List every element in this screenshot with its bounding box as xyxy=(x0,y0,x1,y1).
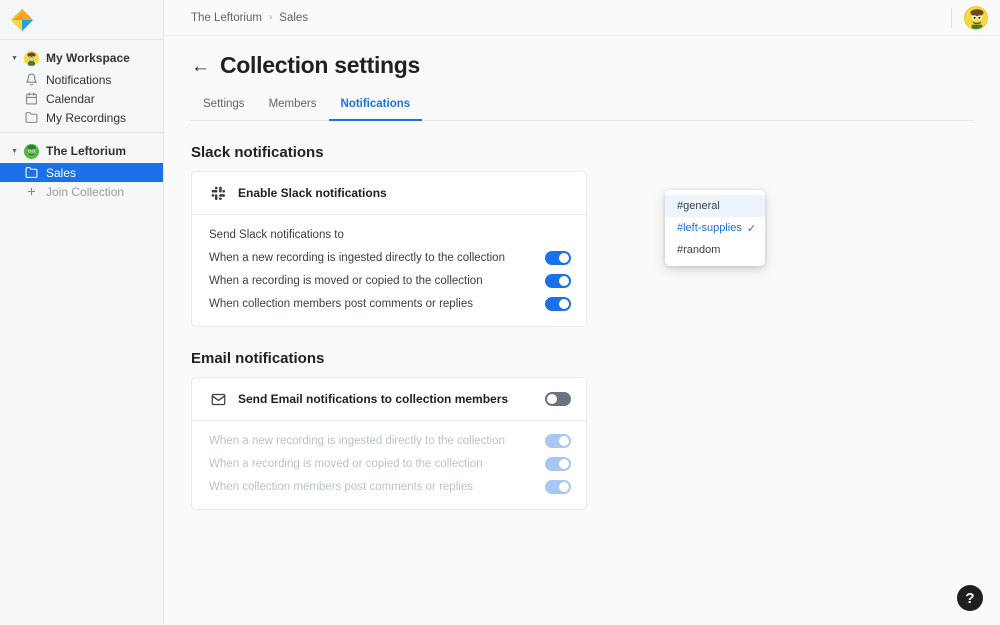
slack-row-moved-copied: When a recording is moved or copied to t… xyxy=(209,269,571,292)
dropdown-option-label: #general xyxy=(677,200,720,212)
row-label: When a recording is moved or copied to t… xyxy=(209,457,483,470)
dropdown-option-left-supplies[interactable]: #left-supplies ✓ xyxy=(665,217,765,239)
breadcrumb-separator-icon: › xyxy=(268,12,273,23)
slack-row-comments: When collection members post comments or… xyxy=(209,292,571,315)
row-label: When collection members post comments or… xyxy=(209,480,473,493)
sidebar-item-label: Join Collection xyxy=(46,184,125,199)
email-row-comments: When collection members post comments or… xyxy=(209,475,571,498)
sidebar-item-label: Sales xyxy=(46,165,77,180)
sidebar-item-label: The Leftorium xyxy=(46,144,126,158)
sidebar-team-group: ▼ The Leftorium Sales Join Collection xyxy=(0,133,163,201)
email-row-new-recording: When a new recording is ingested directl… xyxy=(209,429,571,452)
bell-icon xyxy=(21,73,42,86)
email-card-body: When a new recording is ingested directl… xyxy=(192,421,586,509)
toggle-slack-moved-copied[interactable] xyxy=(545,273,571,288)
email-row-moved-copied: When a recording is moved or copied to t… xyxy=(209,452,571,475)
row-label: Send Slack notifications to xyxy=(209,228,344,241)
team-avatar-green xyxy=(21,143,42,159)
slack-notifications-card: Enable Slack notifications Send Slack no… xyxy=(191,171,587,327)
sidebar-item-label: My Workspace xyxy=(46,51,130,65)
toggle-slack-new-recording[interactable] xyxy=(545,250,571,265)
sidebar-item-join-collection[interactable]: Join Collection xyxy=(0,182,163,201)
folder-icon xyxy=(21,111,42,124)
breadcrumb: The Leftorium › Sales xyxy=(191,12,308,24)
dropdown-option-general[interactable]: #general xyxy=(665,195,765,217)
tab-notifications[interactable]: Notifications xyxy=(328,98,423,121)
slack-section-title: Slack notifications xyxy=(191,144,324,161)
slack-enable-label: Enable Slack notifications xyxy=(238,186,387,200)
calendar-icon xyxy=(21,92,42,105)
folder-icon xyxy=(21,166,42,179)
slack-row-new-recording: When a new recording is ingested directl… xyxy=(209,246,571,269)
row-label: When a recording is moved or copied to t… xyxy=(209,274,483,287)
toggle-email-comments[interactable] xyxy=(545,479,571,494)
breadcrumb-item-team[interactable]: The Leftorium xyxy=(191,12,262,24)
email-card-header: Send Email notifications to collection m… xyxy=(192,378,586,421)
envelope-icon xyxy=(209,392,227,407)
arrow-left-icon[interactable]: ← xyxy=(191,57,210,76)
row-label: When a new recording is ingested directl… xyxy=(209,251,505,264)
check-icon: ✓ xyxy=(746,222,757,235)
topbar: The Leftorium › Sales xyxy=(164,0,1000,36)
sidebar-item-calendar[interactable]: Calendar xyxy=(0,89,163,108)
avatar[interactable] xyxy=(964,5,988,30)
row-label: When a new recording is ingested directl… xyxy=(209,434,505,447)
logo-area xyxy=(0,0,163,40)
page-title: Collection settings xyxy=(220,52,421,78)
caret-down-icon[interactable]: ▼ xyxy=(8,55,21,62)
slack-card-body: Send Slack notifications to When a new r… xyxy=(192,215,586,326)
caret-down-icon[interactable]: ▼ xyxy=(8,148,21,155)
content-area: ← Collection settings Settings Members N… xyxy=(164,54,1000,510)
topbar-divider xyxy=(951,7,952,28)
sidebar-item-label: Calendar xyxy=(46,91,95,106)
sidebar-item-notifications[interactable]: Notifications xyxy=(0,70,163,89)
toggle-slack-comments[interactable] xyxy=(545,296,571,311)
dropdown-option-label: #random xyxy=(677,244,721,256)
row-label: When collection members post comments or… xyxy=(209,297,473,310)
slack-row-channel: Send Slack notifications to xyxy=(209,223,571,246)
sidebar-item-label: My Recordings xyxy=(46,110,127,125)
sidebar-item-sales[interactable]: Sales xyxy=(0,163,163,182)
slack-icon xyxy=(209,186,227,201)
user-avatar-yellow xyxy=(21,50,42,66)
plus-icon xyxy=(21,186,42,197)
dropdown-option-label: #left-supplies xyxy=(677,222,742,234)
email-notifications-card: Send Email notifications to collection m… xyxy=(191,377,587,510)
email-section-title: Email notifications xyxy=(191,350,325,367)
toggle-email-new-recording[interactable] xyxy=(545,433,571,448)
sidebar: ▼ My Workspace Notifications Calendar My… xyxy=(0,0,164,625)
toggle-email-moved-copied[interactable] xyxy=(545,456,571,471)
sidebar-item-my-workspace[interactable]: ▼ My Workspace xyxy=(0,46,163,70)
tab-bar: Settings Members Notifications xyxy=(191,97,974,121)
app-logo-diamond[interactable] xyxy=(8,6,36,34)
sidebar-item-label: Notifications xyxy=(46,72,112,87)
sidebar-workspace-group: ▼ My Workspace Notifications Calendar My… xyxy=(0,40,163,127)
main-content: The Leftorium › Sales ← Collection setti… xyxy=(164,0,1000,625)
toggle-email-master[interactable] xyxy=(545,392,571,406)
sidebar-item-my-recordings[interactable]: My Recordings xyxy=(0,108,163,127)
slack-card-header: Enable Slack notifications xyxy=(192,172,586,215)
tab-settings[interactable]: Settings xyxy=(191,98,257,121)
breadcrumb-item-collection[interactable]: Sales xyxy=(279,12,308,24)
tab-members[interactable]: Members xyxy=(257,98,329,121)
dropdown-option-random[interactable]: #random xyxy=(665,239,765,261)
email-enable-label: Send Email notifications to collection m… xyxy=(238,392,509,406)
slack-channel-dropdown[interactable]: #general #left-supplies ✓ #random xyxy=(665,190,765,266)
page-header: ← Collection settings xyxy=(191,54,973,77)
help-button[interactable]: ? xyxy=(957,585,983,611)
sidebar-item-the-leftorium[interactable]: ▼ The Leftorium xyxy=(0,139,163,163)
app-root: ▼ My Workspace Notifications Calendar My… xyxy=(0,0,1000,625)
